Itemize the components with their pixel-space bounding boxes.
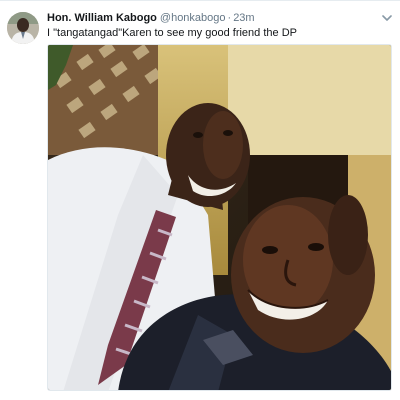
tweet-menu-button[interactable] [380,11,394,25]
photo-image [48,45,391,390]
tweet-card[interactable]: Hon. William Kabogo @honkabogo · 23m I "tan… [0,0,400,400]
author-username[interactable]: @honkabogo [160,12,226,24]
tweet-header: Hon. William Kabogo @honkabogo · 23m [47,10,377,26]
tweet-photo[interactable] [47,44,392,391]
avatar-image [7,12,39,44]
header-separator: · [227,12,232,24]
profile-avatar[interactable] [7,12,39,44]
tweet-text: I "tangatangad"Karen to see my good frie… [47,27,297,39]
chevron-down-icon [382,14,392,21]
tweet-timestamp[interactable]: 23m [233,12,254,24]
author-fullname[interactable]: Hon. William Kabogo [47,12,157,24]
